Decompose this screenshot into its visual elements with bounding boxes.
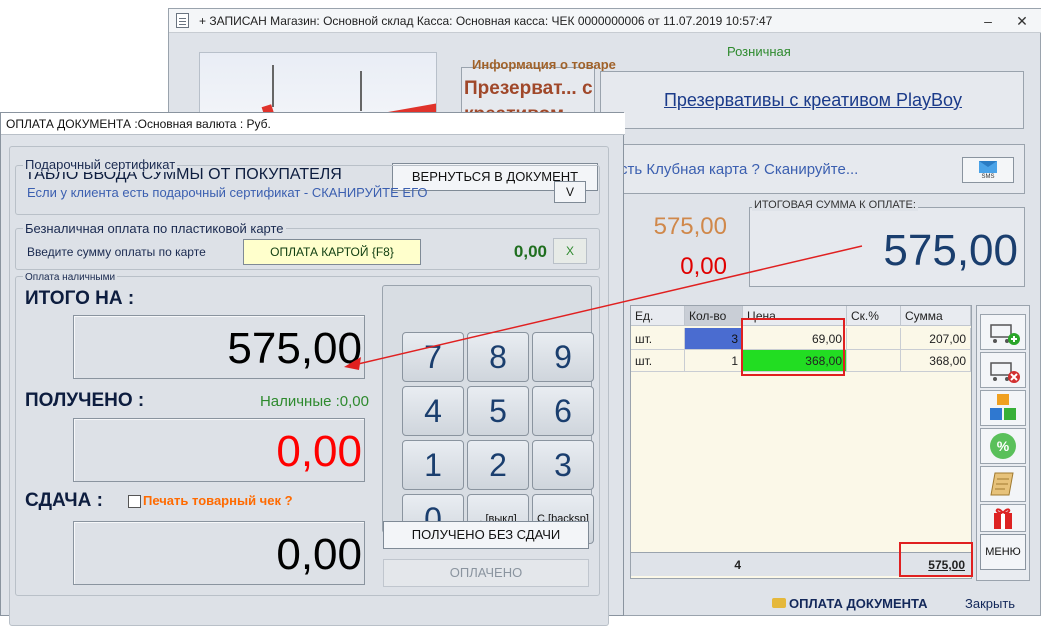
table-cell-discount[interactable]	[847, 350, 901, 372]
discount-value: 0,00	[680, 253, 727, 280]
payment-dialog: ОПЛАТА ДОКУМЕНТА :Основная валюта : Руб.…	[0, 112, 625, 626]
envelope-icon	[979, 161, 997, 173]
table-cell-qty[interactable]: 3	[685, 328, 743, 350]
keypad-key-8[interactable]: 8	[467, 332, 529, 382]
card-payment-legend: Безналичная оплата по пластиковой карте	[23, 221, 286, 236]
cash-received-text: Наличные :0,00	[259, 393, 369, 410]
svg-text:%: %	[997, 438, 1010, 454]
table-cell-discount[interactable]	[847, 328, 901, 350]
minimize-icon[interactable]: –	[977, 11, 999, 31]
payment-icon	[772, 598, 786, 608]
price-type-label: Розничная	[727, 44, 791, 59]
card-clear-button[interactable]: X	[553, 238, 587, 264]
scroll-button[interactable]	[980, 466, 1026, 502]
discount-button[interactable]: %	[980, 428, 1026, 464]
product-name-link[interactable]: Презервативы с креативом PlayBoy	[601, 90, 1025, 111]
payment-titlebar: ОПЛАТА ДОКУМЕНТА :Основная валюта : Руб.	[1, 113, 625, 135]
print-check-label[interactable]: Печать товарный чек ?	[143, 493, 293, 508]
keypad-key-5[interactable]: 5	[467, 386, 529, 436]
pay-by-card-button[interactable]: ОПЛАТА КАРТОЙ {F8}	[243, 239, 421, 265]
total-on-label: ИТОГО НА :	[25, 288, 135, 309]
total-to-pay-value: 575,00	[883, 226, 1018, 275]
column-header-unit[interactable]: Ед.	[631, 306, 685, 326]
gift-certificate-hint: Если у клиента есть подарочный сертифика…	[27, 185, 428, 200]
keypad-key-2[interactable]: 2	[467, 440, 529, 490]
total-legend: ИТОГОВАЯ СУММА К ОПЛАТЕ:	[752, 199, 918, 211]
catalog-button[interactable]	[980, 390, 1026, 426]
cart-add-icon	[990, 324, 1020, 345]
footer-qty-total: 4	[734, 558, 741, 572]
paid-button[interactable]: ОПЛАЧЕНО	[383, 559, 589, 587]
received-no-change-button[interactable]: ПОЛУЧЕНО БЕЗ СДАЧИ	[383, 521, 589, 549]
table-cell-qty[interactable]: 1	[685, 350, 743, 372]
mid-sum-panel: 575,00 0,00	[621, 205, 735, 287]
keypad-key-1[interactable]: 1	[402, 440, 464, 490]
keypad-key-4[interactable]: 4	[402, 386, 464, 436]
table-cell-sum[interactable]: 368,00	[901, 350, 971, 372]
club-card-box: сть Клубная карта ? Сканируйте... SMS	[599, 144, 1025, 194]
remove-from-cart-button[interactable]	[980, 352, 1026, 388]
keypad-key-9[interactable]: 9	[532, 332, 594, 382]
gift-icon	[994, 508, 1012, 529]
cart-remove-icon	[990, 362, 1020, 383]
change-value: 0,00	[276, 530, 362, 579]
card-payment-hint: Введите сумму оплаты по карте	[27, 245, 206, 259]
main-titlebar: + ЗАПИСАН Магазин: Основной склад Касса:…	[169, 9, 1041, 33]
payment-title: ОПЛАТА ДОКУМЕНТА :Основная валюта : Руб.	[6, 117, 271, 131]
keypad-key-3[interactable]: 3	[532, 440, 594, 490]
close-icon[interactable]: ✕	[1011, 11, 1033, 31]
sms-label: SMS	[981, 174, 995, 180]
total-on-box: 575,00	[73, 315, 365, 379]
sum-value: 575,00	[653, 213, 727, 240]
total-panel: 575,00 ИТОГОВАЯ СУММА К ОПЛАТЕ:	[746, 199, 1026, 289]
keypad: 7 8 9 4 5 6 1 2 3 0 . [выкл] С [backsp]	[382, 285, 594, 544]
close-link[interactable]: Закрыть	[965, 596, 1015, 611]
change-box: 0,00	[73, 521, 365, 585]
card-amount-value: 0,00	[513, 242, 547, 261]
table-cell-unit[interactable]: шт.	[631, 350, 685, 372]
right-toolbar: % МЕНЮ	[976, 305, 1030, 581]
print-check-checkbox[interactable]	[128, 495, 141, 508]
keypad-key-7[interactable]: 7	[402, 332, 464, 382]
annotation-sum-box	[899, 542, 973, 577]
total-frame: 575,00	[749, 207, 1025, 287]
cash-payment-legend: Оплата наличными	[23, 272, 118, 283]
gift-certificate-dropdown-button[interactable]: V	[554, 181, 586, 203]
sms-button[interactable]: SMS	[962, 157, 1014, 183]
keypad-key-6[interactable]: 6	[532, 386, 594, 436]
received-label: ПОЛУЧЕНО :	[25, 390, 145, 411]
total-on-value: 575,00	[227, 324, 362, 373]
payment-document-link[interactable]: ОПЛАТА ДОКУМЕНТА	[789, 596, 928, 611]
table-cell-sum[interactable]: 207,00	[901, 328, 971, 350]
column-header-qty[interactable]: Кол-во	[685, 306, 743, 326]
product-name-box: Презервативы с креативом PlayBoy	[600, 71, 1024, 129]
percent-icon: %	[990, 433, 1016, 459]
product-info-legend: Информация о товаре	[472, 57, 616, 72]
gift-button[interactable]	[980, 504, 1026, 532]
club-card-prompt[interactable]: сть Клубная карта ? Сканируйте...	[620, 161, 858, 178]
add-to-cart-button[interactable]	[980, 314, 1026, 350]
column-header-discount[interactable]: Ск.%	[847, 306, 901, 326]
window-title: + ЗАПИСАН Магазин: Основной склад Касса:…	[199, 14, 773, 28]
blocks-icon	[990, 394, 1016, 420]
change-label: СДАЧА :	[25, 490, 103, 511]
annotation-price-box	[741, 318, 845, 376]
scroll-icon	[990, 472, 1014, 496]
document-icon	[176, 13, 189, 28]
menu-button[interactable]: МЕНЮ	[980, 534, 1026, 570]
received-input[interactable]: 0,00	[73, 418, 365, 482]
table-cell-unit[interactable]: шт.	[631, 328, 685, 350]
column-header-sum[interactable]: Сумма	[901, 306, 971, 326]
received-value: 0,00	[276, 427, 362, 476]
gift-certificate-legend: Подарочный сертификат	[23, 157, 178, 172]
